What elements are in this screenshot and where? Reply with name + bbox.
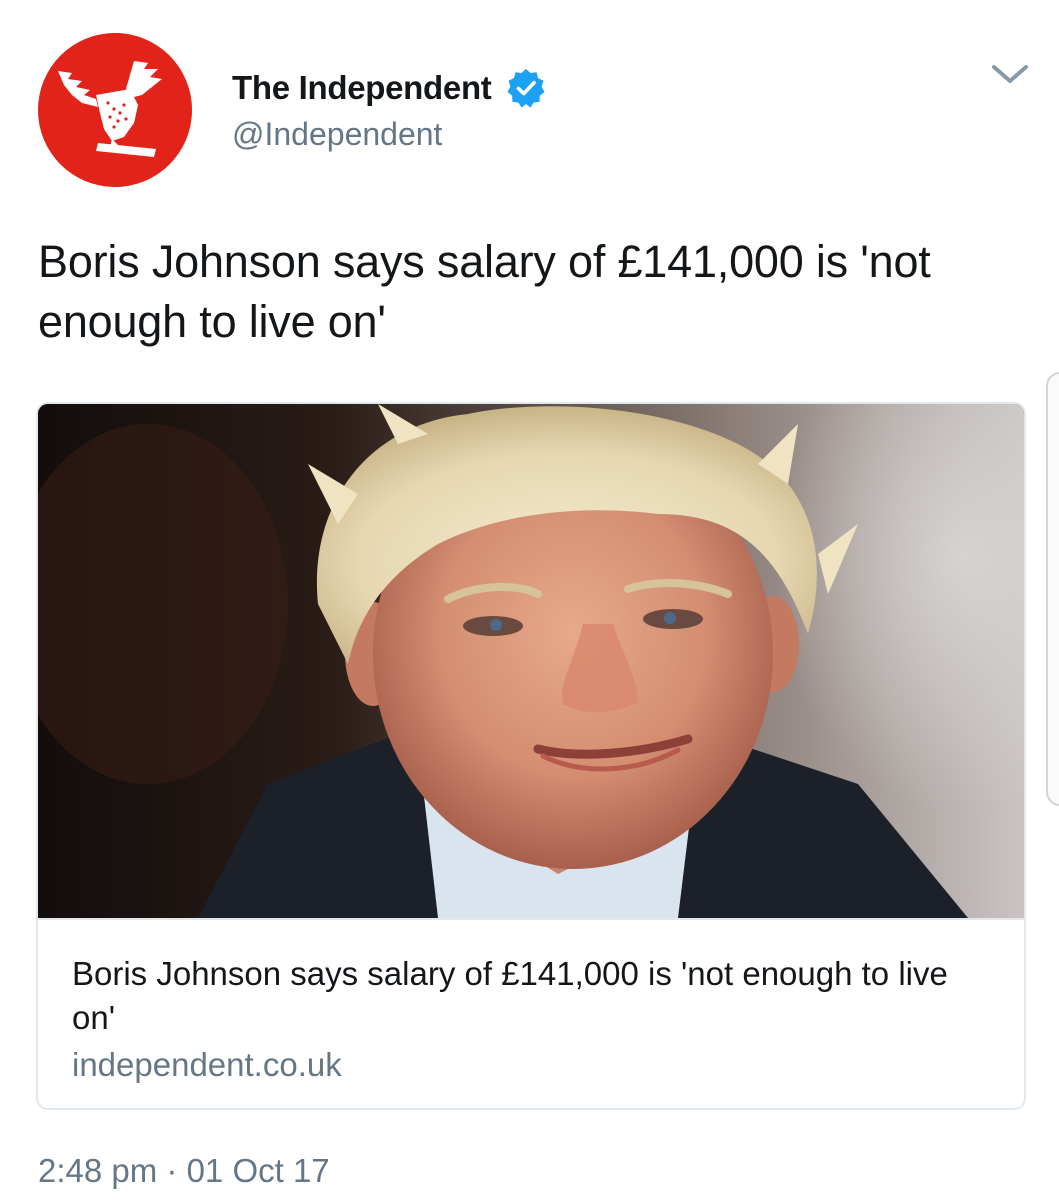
avatar[interactable]	[38, 33, 192, 187]
link-card[interactable]: Boris Johnson says salary of £141,000 is…	[36, 402, 1026, 1110]
display-name[interactable]: The Independent	[232, 69, 492, 107]
handle[interactable]: @Independent	[232, 116, 546, 153]
eagle-logo-icon	[38, 33, 192, 187]
article-photo	[38, 404, 1024, 918]
card-title[interactable]: Boris Johnson says salary of £141,000 is…	[72, 952, 972, 1040]
scroll-handle[interactable]	[1046, 372, 1059, 806]
chevron-down-icon[interactable]	[988, 58, 1032, 90]
tweet-text: Boris Johnson says salary of £141,000 is…	[38, 236, 931, 347]
tweet: The Independent @Independent Boris Johns…	[0, 0, 1059, 1200]
author-block: The Independent @Independent	[232, 66, 546, 153]
name-row: The Independent	[232, 66, 546, 110]
card-image	[38, 404, 1024, 918]
card-body: Boris Johnson says salary of £141,000 is…	[38, 918, 1024, 1108]
timestamp[interactable]: 2:48 pm · 01 Oct 17	[38, 1152, 330, 1190]
card-domain[interactable]: independent.co.uk	[72, 1046, 990, 1084]
verified-badge-icon	[506, 68, 546, 108]
